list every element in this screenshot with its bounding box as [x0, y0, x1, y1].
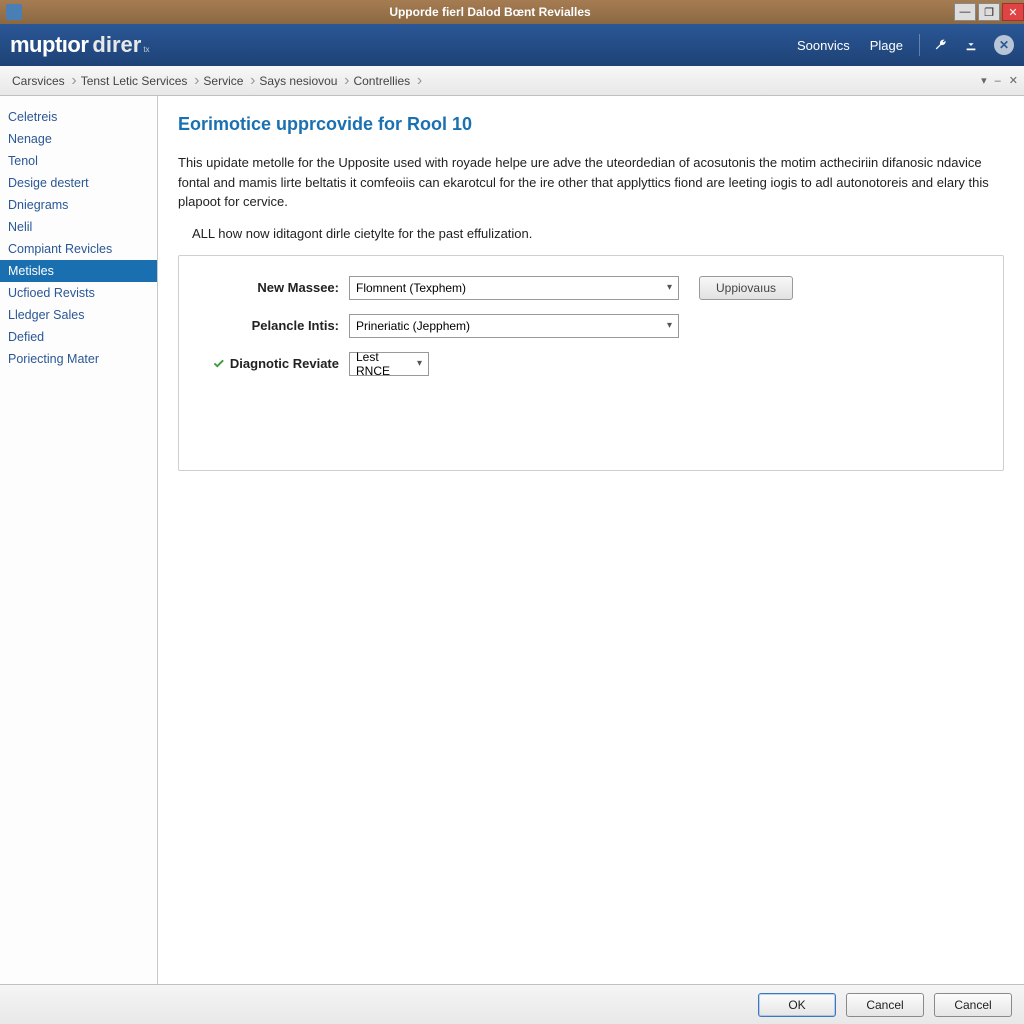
sidebar-item-defied[interactable]: Defied — [0, 326, 157, 348]
brand-text-a: muptıor — [10, 32, 88, 58]
ok-button-label: OK — [788, 998, 805, 1012]
window-titlebar: Upporde fierl Dalod Bœnt Revialles — ❐ ✕ — [0, 0, 1024, 24]
sidebar-item-nelil[interactable]: Nelil — [0, 216, 157, 238]
brand-text-b: direr — [92, 32, 141, 58]
page-title: Eorimotice upprcovide for Rool 10 — [178, 114, 1004, 135]
label-diagnotic: Diagnotic Reviate — [199, 356, 349, 371]
top-link-soonvics[interactable]: Soonvics — [797, 38, 850, 53]
select-value: Lest RNCE — [356, 350, 406, 378]
form-panel: New Massee: Flomnent (Texphem) Uppiovaıu… — [178, 255, 1004, 471]
maximize-button[interactable]: ❐ — [978, 3, 1000, 21]
form-row-new-massee: New Massee: Flomnent (Texphem) Uppiovaıu… — [199, 276, 983, 300]
breadcrumb-item[interactable]: Carsvices — [6, 66, 75, 95]
top-banner: muptıor direr tx Soonvics Plage ✕ — [0, 24, 1024, 66]
select-value: Prineriatic (Jepphem) — [356, 319, 470, 333]
cancel-button-2[interactable]: Cancel — [934, 993, 1012, 1017]
close-button[interactable]: ✕ — [1002, 3, 1024, 21]
sidebar-item-tenol[interactable]: Tenol — [0, 150, 157, 172]
sidebar-item-compiant[interactable]: Compiant Revicles — [0, 238, 157, 260]
window-buttons: — ❐ ✕ — [952, 3, 1024, 21]
form-row-pelancle: Pelancle Intis: Prineriatic (Jepphem) — [199, 314, 983, 338]
body: Celetreis Nenage Tenol Desige destert Dn… — [0, 96, 1024, 984]
chevron-down-icon[interactable]: ▾ — [981, 74, 987, 87]
x-icon[interactable]: ✕ — [1009, 74, 1018, 87]
select-pelancle[interactable]: Prineriatic (Jepphem) — [349, 314, 679, 338]
breadcrumb-item[interactable]: Contrellies — [347, 66, 420, 95]
top-separator — [919, 34, 920, 56]
cancel-button-label: Cancel — [866, 998, 903, 1012]
page-subdescription: ALL how now iditagont dirle cietylte for… — [192, 226, 1004, 241]
sidebar-item-celetreis[interactable]: Celetreis — [0, 106, 157, 128]
sidebar-item-lledger[interactable]: Lledger Sales — [0, 304, 157, 326]
breadcrumb-item[interactable]: Says nesiovou — [253, 66, 347, 95]
dialog-footer: OK Cancel Cancel — [0, 984, 1024, 1024]
dash-icon[interactable]: – — [995, 75, 1001, 87]
sidebar: Celetreis Nenage Tenol Desige destert Dn… — [0, 96, 158, 984]
form-row-diagnotic: Diagnotic Reviate Lest RNCE — [199, 352, 983, 376]
sidebar-item-metisles[interactable]: Metisles — [0, 260, 157, 282]
ok-button[interactable]: OK — [758, 993, 836, 1017]
select-new-massee[interactable]: Flomnent (Texphem) — [349, 276, 679, 300]
window-title: Upporde fierl Dalod Bœnt Revialles — [28, 5, 952, 19]
top-link-plage[interactable]: Plage — [870, 38, 903, 53]
sidebar-item-dniegrams[interactable]: Dniegrams — [0, 194, 157, 216]
check-icon — [212, 357, 226, 371]
download-icon[interactable] — [962, 36, 980, 54]
breadcrumb-bar: Carsvices Tenst Letic Services Service S… — [0, 66, 1024, 96]
select-diagnotic[interactable]: Lest RNCE — [349, 352, 429, 376]
page-description: This upidate metolle for the Upposite us… — [178, 153, 1004, 212]
select-value: Flomnent (Texphem) — [356, 281, 466, 295]
brand-logo: muptıor direr tx — [10, 32, 150, 58]
breadcrumb-right-controls: ▾ – ✕ — [981, 74, 1018, 87]
main-content: Eorimotice upprcovide for Rool 10 This u… — [158, 96, 1024, 984]
brand-sub: tx — [143, 45, 149, 54]
breadcrumb-item[interactable]: Service — [197, 66, 253, 95]
breadcrumb-item[interactable]: Tenst Letic Services — [75, 66, 198, 95]
cancel-button[interactable]: Cancel — [846, 993, 924, 1017]
label-pelancle: Pelancle Intis: — [199, 318, 349, 333]
sidebar-item-poriecting[interactable]: Poriecting Mater — [0, 348, 157, 370]
update-button-label: Uppiovaıus — [716, 281, 776, 295]
wrench-icon[interactable] — [932, 36, 950, 54]
sidebar-item-ucfioed[interactable]: Ucfioed Revists — [0, 282, 157, 304]
label-new-massee: New Massee: — [199, 280, 349, 295]
cancel-button-2-label: Cancel — [954, 998, 991, 1012]
sidebar-item-desige[interactable]: Desige destert — [0, 172, 157, 194]
update-button[interactable]: Uppiovaıus — [699, 276, 793, 300]
top-close-icon[interactable]: ✕ — [994, 35, 1014, 55]
sidebar-item-nenage[interactable]: Nenage — [0, 128, 157, 150]
app-icon — [6, 4, 22, 20]
label-diagnotic-text: Diagnotic Reviate — [230, 356, 339, 371]
minimize-button[interactable]: — — [954, 3, 976, 21]
